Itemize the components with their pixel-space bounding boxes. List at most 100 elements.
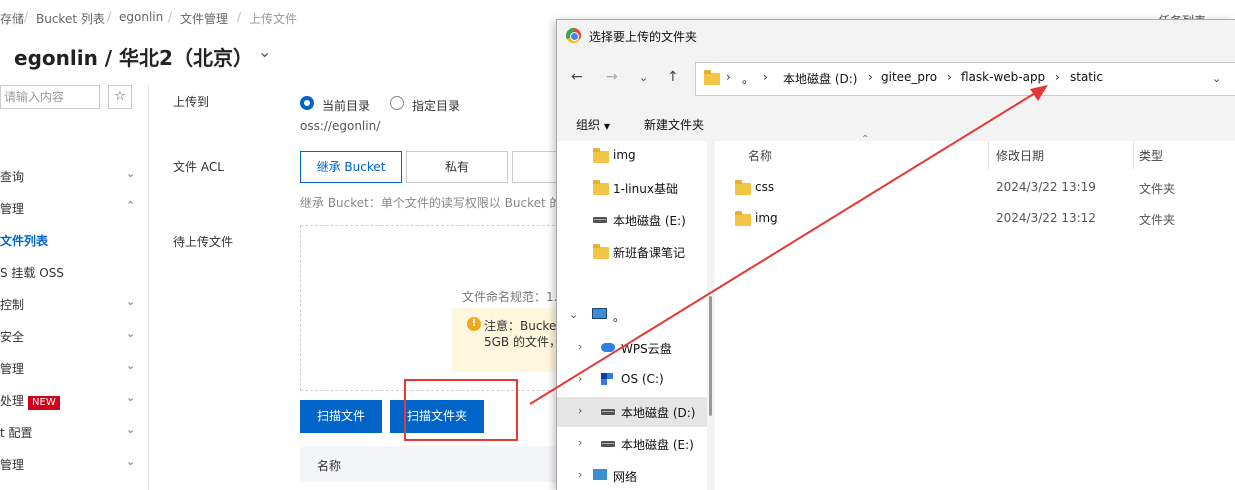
tree-item-this-pc[interactable]: ⌄ 。 xyxy=(557,301,707,331)
tree-item-drive-d[interactable]: › 本地磁盘 (D:) xyxy=(557,397,707,427)
acl-private-button[interactable]: 私有 xyxy=(406,151,508,183)
file-row-img[interactable]: img 2024/3/22 13:12 文件夹 xyxy=(727,205,1235,233)
address-segment[interactable]: 。 xyxy=(742,70,754,87)
file-modified: 2024/3/22 13:12 xyxy=(996,211,1096,225)
chevron-up-icon: ⌃ xyxy=(126,199,136,212)
breadcrumb-file-manage[interactable]: 文件管理 xyxy=(180,10,228,27)
upload-to-label: 上传到 xyxy=(173,95,210,109)
tree-item-label: 1-linux基础 xyxy=(613,182,678,196)
sidebar-item-file-list[interactable]: 文件列表 xyxy=(0,228,145,252)
acl-inherit-button[interactable]: 继承 Bucket xyxy=(300,151,402,183)
breadcrumb-bucket-list[interactable]: Bucket 列表 xyxy=(36,10,105,27)
column-header-type[interactable]: 类型 xyxy=(1139,147,1163,164)
sidebar-item-manage[interactable]: 管理 ⌃ xyxy=(0,196,145,220)
notice-text: 注意：Bucket 5GB 的文件， xyxy=(484,318,561,350)
sidebar-item-query[interactable]: 查询 ⌄ xyxy=(0,164,145,188)
address-segment[interactable]: flask-web-app xyxy=(961,70,1045,84)
chevron-down-icon[interactable]: ⌄ xyxy=(569,308,578,321)
tree-item-label: 本地磁盘 (E:) xyxy=(613,214,686,228)
chevron-right-icon[interactable]: › xyxy=(578,404,582,417)
column-header-modified[interactable]: 修改日期 xyxy=(996,147,1044,164)
radio-specify-dir[interactable] xyxy=(390,96,404,110)
file-type: 文件夹 xyxy=(1139,213,1176,227)
address-segment[interactable]: static xyxy=(1070,70,1103,84)
breadcrumb-storage[interactable]: 存储 xyxy=(0,10,24,27)
chevron-down-icon: ⌄ xyxy=(126,391,136,404)
naming-rule-text: 文件命名规范：1. xyxy=(462,290,558,304)
back-arrow-icon[interactable]: ← xyxy=(571,69,583,85)
sidebar-item-manage-3[interactable]: 管理 ⌄ xyxy=(0,452,145,476)
sidebar-item-process[interactable]: 处理 NEW ⌄ xyxy=(0,388,145,412)
chevron-right-icon[interactable]: › xyxy=(578,372,582,385)
recent-dropdown-icon[interactable]: ⌄ xyxy=(639,71,648,84)
scrollbar-thumb[interactable] xyxy=(709,296,712,416)
chevron-right-icon[interactable]: › xyxy=(578,468,582,481)
sidebar-item-mount-oss[interactable]: S 挂载 OSS xyxy=(0,260,145,284)
chevron-down-icon[interactable]: ⌄ xyxy=(1212,72,1221,85)
tree-item-drive-c[interactable]: › OS (C:) xyxy=(557,365,707,395)
sidebar-item-security[interactable]: 安全 ⌄ xyxy=(0,324,145,348)
column-divider[interactable] xyxy=(1133,141,1134,169)
sidebar-item-control[interactable]: 控制 ⌄ xyxy=(0,292,145,316)
sidebar-item-label: 管理 xyxy=(0,362,25,376)
folder-icon xyxy=(593,244,609,259)
sidebar-item-label: 查询 xyxy=(0,170,25,184)
chevron-right-icon[interactable]: › xyxy=(578,340,582,353)
folder-picker-dialog: 选择要上传的文件夹 ← → ⌄ ↑ › 。 › 本地磁盘 (D:) › gite… xyxy=(556,19,1235,490)
breadcrumb-upload: 上传文件 xyxy=(249,12,298,26)
pending-files-label: 待上传文件 xyxy=(173,235,234,249)
organize-menu[interactable]: 组织 ▼ xyxy=(576,116,610,133)
tree-item-drive-e[interactable]: 本地磁盘 (E:) xyxy=(557,205,707,235)
tree-item-notes[interactable]: 新班备课笔记 xyxy=(557,237,707,267)
sidebar-item-label: 管理 xyxy=(0,202,25,216)
tree-item-drive-e-2[interactable]: › 本地磁盘 (E:) xyxy=(557,429,707,459)
acl-label: 文件 ACL xyxy=(173,160,224,174)
breadcrumb-separator: / xyxy=(107,10,112,24)
sidebar-item-config[interactable]: t 配置 ⌄ xyxy=(0,420,145,444)
drive-icon xyxy=(601,441,615,447)
up-arrow-icon[interactable]: ↑ xyxy=(667,69,679,85)
tree-item-label: WPS云盘 xyxy=(621,342,672,356)
cloud-icon xyxy=(601,343,615,352)
address-segment[interactable]: gitee_pro xyxy=(881,70,937,84)
tree-item-img[interactable]: img xyxy=(557,141,707,171)
tree-item-label: 新班备课笔记 xyxy=(613,246,686,260)
forward-arrow-icon[interactable]: → xyxy=(606,69,618,85)
breadcrumb-separator: / xyxy=(24,10,29,24)
scan-file-button[interactable]: 扫描文件 xyxy=(300,400,382,433)
folder-icon xyxy=(593,148,609,163)
tree-item-wps[interactable]: › WPS云盘 xyxy=(557,333,707,363)
breadcrumb-egonlin[interactable]: egonlin xyxy=(119,10,163,24)
annotation-highlight-box xyxy=(404,379,518,441)
chevron-down-icon[interactable]: ⌄ xyxy=(258,42,271,61)
breadcrumb-separator: / xyxy=(168,10,173,24)
chevron-right-icon[interactable]: › xyxy=(578,436,582,449)
acl-help-text: 继承 Bucket：单个文件的读写权限以 Bucket 的读 xyxy=(300,196,574,210)
chrome-icon xyxy=(566,28,581,43)
table-col-name: 名称 xyxy=(317,459,342,473)
navigation-scrollbar[interactable] xyxy=(707,141,715,490)
tree-item-label: OS (C:) xyxy=(621,372,664,386)
sidebar-search-input[interactable]: 请输入内容 xyxy=(0,85,100,109)
tree-item-label: 本地磁盘 (D:) xyxy=(621,406,696,420)
file-type: 文件夹 xyxy=(1139,182,1176,196)
tree-item-linux[interactable]: 1-linux基础 xyxy=(557,173,707,203)
sidebar-item-manage-2[interactable]: 管理 ⌄ xyxy=(0,356,145,380)
tree-item-network[interactable]: › 网络 xyxy=(557,461,707,490)
star-icon[interactable]: ☆ xyxy=(108,85,132,109)
new-badge: NEW xyxy=(28,396,60,410)
address-segment[interactable]: 本地磁盘 (D:) xyxy=(783,70,857,87)
new-folder-button[interactable]: 新建文件夹 xyxy=(644,116,704,133)
folder-icon xyxy=(704,70,720,85)
file-row-css[interactable]: css 2024/3/22 13:19 文件夹 xyxy=(727,174,1235,202)
column-header-name[interactable]: 名称 xyxy=(748,147,772,164)
radio-current-dir[interactable] xyxy=(300,96,314,110)
chevron-right-icon: › xyxy=(868,70,873,84)
sidebar-item-label: 安全 xyxy=(0,330,25,344)
sidebar-item-label: t 配置 xyxy=(0,426,33,440)
sort-indicator-icon: ⌃ xyxy=(861,134,870,145)
notice-line: 5GB 的文件， xyxy=(484,335,561,349)
organize-label: 组织 xyxy=(576,118,601,132)
column-divider[interactable] xyxy=(988,141,989,169)
chevron-down-icon: ⌄ xyxy=(126,295,136,308)
